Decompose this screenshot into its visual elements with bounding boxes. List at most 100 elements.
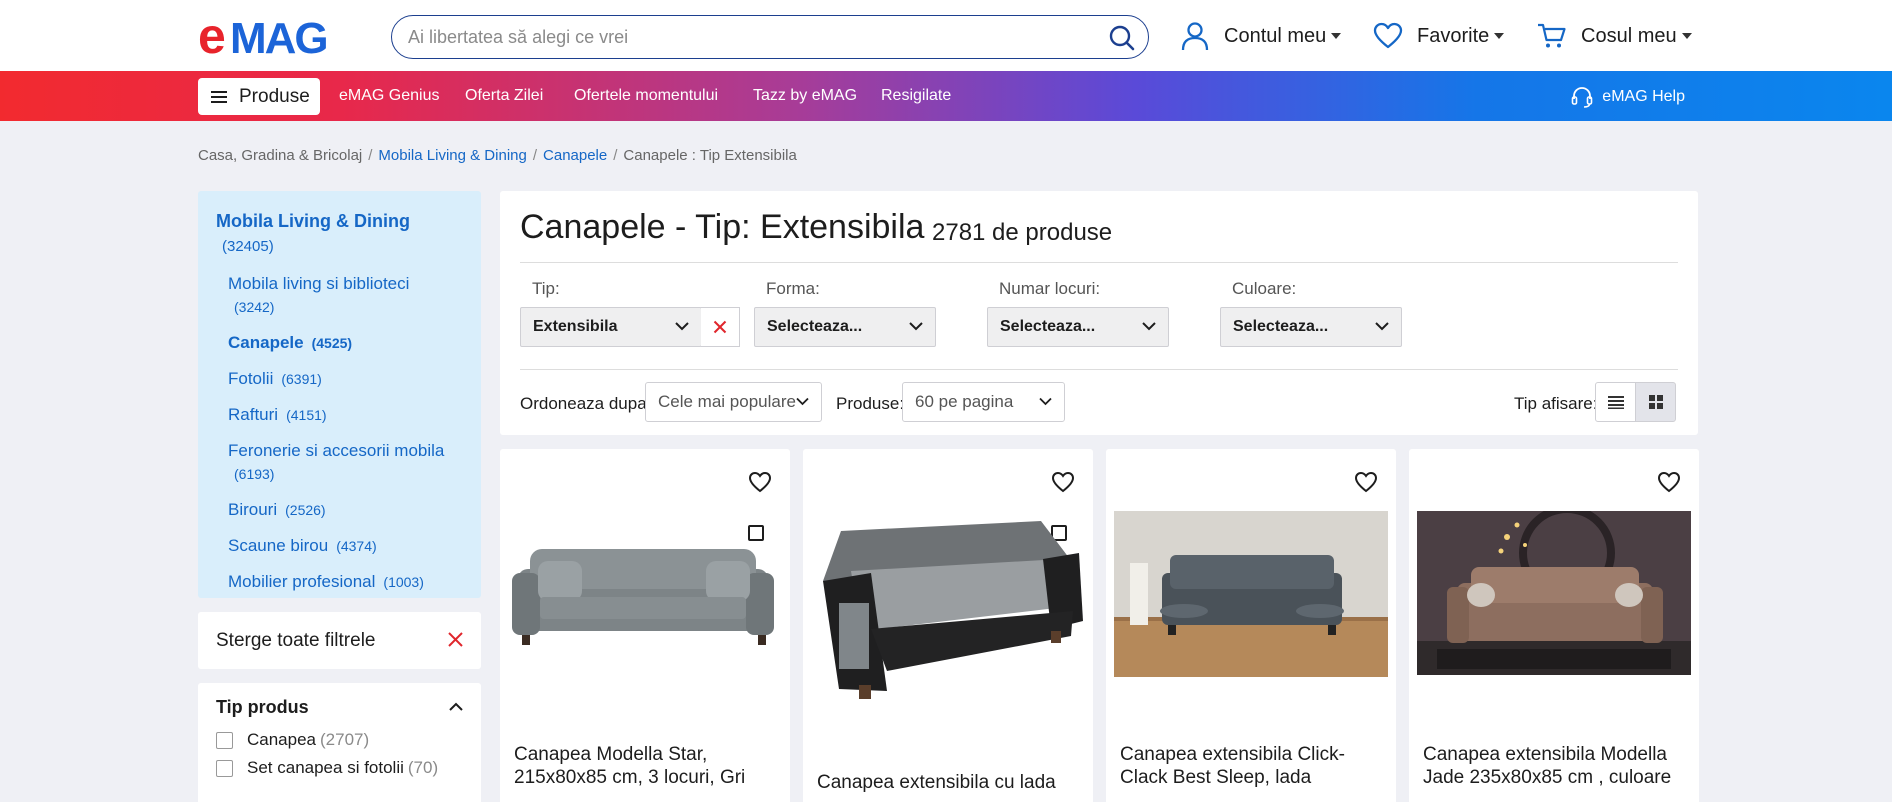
nav-link-resigilate[interactable]: Resigilate xyxy=(881,87,951,105)
nav-link-ofertele-momentului[interactable]: Ofertele momentului xyxy=(574,87,718,105)
category-label: Scaune birou xyxy=(228,536,329,555)
category-item-canapele[interactable]: Canapele (4525) xyxy=(228,333,463,353)
chevron-down-icon xyxy=(796,397,809,406)
filter-value: Selecteaza... xyxy=(1000,318,1096,335)
per-page-label: Produse: xyxy=(836,394,905,413)
category-tree: Mobila Living & Dining (32405) Mobila li… xyxy=(198,191,481,598)
sort-select[interactable]: Cele mai populare xyxy=(645,382,822,422)
filter-value: Selecteaza... xyxy=(1233,318,1329,335)
facet-option-canapea[interactable]: Canapea (2707) xyxy=(216,730,463,750)
category-item-rafturi[interactable]: Rafturi (4151) xyxy=(228,405,463,425)
category-item-mobila-living[interactable]: Mobila living si biblioteci (3242) xyxy=(228,274,463,317)
divider xyxy=(520,369,1678,370)
breadcrumb-item[interactable]: Canapele xyxy=(543,147,607,164)
category-label: Mobila living si biblioteci xyxy=(228,274,410,293)
chevron-down-icon xyxy=(1375,322,1389,331)
products-button-label: Produse xyxy=(239,85,310,107)
breadcrumb-current: Canapele : Tip Extensibila xyxy=(623,147,797,164)
product-title[interactable]: Canapea extensibila cu lada xyxy=(817,771,1079,794)
heart-icon[interactable] xyxy=(748,471,772,493)
breadcrumb-item[interactable]: Casa, Gradina & Bricolaj xyxy=(198,147,362,164)
favorites-label: Favorite xyxy=(1417,24,1490,47)
close-icon xyxy=(713,320,727,334)
heart-icon[interactable] xyxy=(1657,471,1681,493)
category-item-fotolii[interactable]: Fotolii (6391) xyxy=(228,369,463,389)
cart-label: Cosul meu xyxy=(1581,24,1677,47)
facet-option-label: Canapea xyxy=(247,730,317,749)
list-view-button[interactable] xyxy=(1595,382,1636,422)
nav-link-emag-genius[interactable]: eMAG Genius xyxy=(339,87,439,105)
hamburger-icon xyxy=(211,90,227,103)
filter-value: Extensibila xyxy=(533,318,618,335)
product-image[interactable] xyxy=(1114,511,1388,677)
category-label: Canapele xyxy=(228,333,304,352)
category-item-mobilier-profesional[interactable]: Mobilier profesional (1003) xyxy=(228,572,463,592)
search-icon[interactable] xyxy=(1108,24,1136,52)
emag-logo[interactable]: e MAG xyxy=(198,13,366,59)
filter-label-culoare: Culoare: xyxy=(1232,279,1297,298)
category-count: (3242) xyxy=(234,299,275,315)
facet-option-set-canapea[interactable]: Set canapea si fotolii (70) xyxy=(216,758,463,778)
heart-icon[interactable] xyxy=(1354,471,1378,493)
category-count: (2526) xyxy=(285,502,326,518)
checkbox[interactable] xyxy=(216,731,233,749)
clear-all-filters-button[interactable]: Sterge toate filtrele xyxy=(198,612,481,669)
category-item-birouri[interactable]: Birouri (2526) xyxy=(228,500,463,520)
sort-label: Ordoneaza dupa: xyxy=(520,394,652,413)
main-navbar: Produse eMAG Genius Oferta Zilei Ofertel… xyxy=(0,71,1892,121)
facet-title[interactable]: Tip produs xyxy=(216,697,463,718)
main-category-link[interactable]: Mobila Living & Dining xyxy=(216,211,463,232)
category-count: (6193) xyxy=(234,466,275,482)
per-page-select[interactable]: 60 pe pagina xyxy=(902,382,1065,422)
favorites-menu[interactable]: Favorite xyxy=(1373,19,1505,53)
filter-select-forma[interactable]: Selecteaza... xyxy=(754,307,936,347)
category-item-scaune-birou[interactable]: Scaune birou (4374) xyxy=(228,536,463,556)
headset-icon xyxy=(1571,87,1593,108)
filter-select-numar-locuri[interactable]: Selecteaza... xyxy=(987,307,1169,347)
category-label: Mobilier profesional xyxy=(228,572,376,591)
search-bar xyxy=(391,15,1149,59)
checkbox[interactable] xyxy=(216,759,233,777)
filter-label-numar-locuri: Numar locuri: xyxy=(999,279,1101,298)
product-title[interactable]: Canapea Modella Star, 215x80x85 cm, 3 lo… xyxy=(514,743,776,789)
product-card[interactable]: Canapea Modella Star, 215x80x85 cm, 3 lo… xyxy=(500,449,790,802)
filter-select-tip[interactable]: Extensibila xyxy=(520,307,702,347)
product-title[interactable]: Canapea extensibila Modella Jade 235x80x… xyxy=(1423,743,1685,789)
cart-menu[interactable]: Cosul meu xyxy=(1537,19,1692,53)
nav-link-tazz[interactable]: Tazz by eMAG xyxy=(753,87,857,105)
main-category-count: (32405) xyxy=(222,238,274,255)
category-item-feronerie[interactable]: Feronerie si accesorii mobila (6193) xyxy=(228,441,463,484)
sort-value: Cele mai populare xyxy=(658,392,796,411)
heart-icon[interactable] xyxy=(1051,471,1075,493)
emag-help-link[interactable]: eMAG Help xyxy=(1570,85,1685,109)
filter-value: Selecteaza... xyxy=(767,318,863,335)
filter-select-culoare[interactable]: Selecteaza... xyxy=(1220,307,1402,347)
facet-option-count: (2707) xyxy=(320,730,370,749)
nav-link-oferta-zilei[interactable]: Oferta Zilei xyxy=(465,87,543,105)
category-label: Birouri xyxy=(228,500,278,519)
product-title[interactable]: Canapea extensibila Click-Clack Best Sle… xyxy=(1120,743,1382,789)
category-label: Fotolii xyxy=(228,369,274,388)
top-header: e MAG Contul meu Favorite Cosul meu xyxy=(0,0,1892,71)
facet-option-count: (70) xyxy=(407,758,439,777)
chevron-down-icon xyxy=(675,322,689,331)
grid-view-button[interactable] xyxy=(1635,382,1676,422)
svg-text:e: e xyxy=(198,13,225,59)
account-label: Contul meu xyxy=(1224,24,1327,47)
breadcrumb-item[interactable]: Mobila Living & Dining xyxy=(378,147,526,164)
product-image[interactable] xyxy=(508,529,782,659)
product-card[interactable]: Canapea extensibila cu lada xyxy=(803,449,1093,802)
chevron-down-icon xyxy=(909,322,923,331)
product-image[interactable] xyxy=(811,511,1085,711)
breadcrumb-separator: / xyxy=(368,147,373,164)
product-card[interactable]: Canapea extensibila Modella Jade 235x80x… xyxy=(1409,449,1699,802)
filter-clear-button[interactable] xyxy=(701,307,740,347)
filter-label-tip: Tip: xyxy=(532,279,560,298)
chevron-up-icon[interactable] xyxy=(448,702,464,712)
product-image[interactable] xyxy=(1417,511,1691,675)
account-menu[interactable]: Contul meu xyxy=(1180,19,1342,53)
listing-header-panel: Canapele - Tip: Extensibila 2781 de prod… xyxy=(500,191,1698,435)
products-menu-button[interactable]: Produse xyxy=(198,78,320,115)
search-input[interactable] xyxy=(408,16,1088,58)
product-card[interactable]: Canapea extensibila Click-Clack Best Sle… xyxy=(1106,449,1396,802)
